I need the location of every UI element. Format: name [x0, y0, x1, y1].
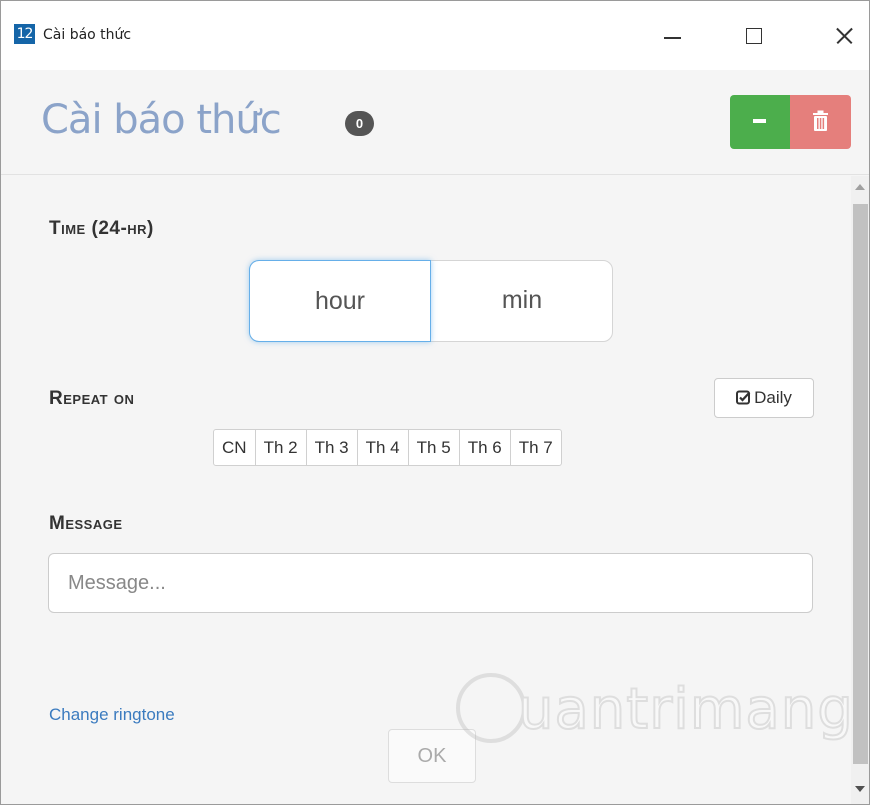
scroll-down-arrow-icon[interactable] [851, 776, 869, 800]
window-title: Cài báo thức [43, 27, 132, 43]
day-sun[interactable]: CN [214, 430, 256, 465]
minimize-button[interactable] [641, 12, 701, 58]
weekday-selector: CN Th 2 Th 3 Th 4 Th 5 Th 6 Th 7 [213, 429, 562, 466]
scroll-up-arrow-icon[interactable] [851, 176, 869, 200]
scroll-thumb[interactable] [853, 204, 868, 764]
day-thu[interactable]: Th 5 [409, 430, 460, 465]
day-wed[interactable]: Th 4 [358, 430, 409, 465]
page-title: Cài báo thức [41, 97, 282, 143]
time-label: Time (24-hr) [49, 218, 154, 239]
trash-icon [813, 110, 828, 131]
ok-button[interactable]: OK [388, 729, 476, 783]
alarm-count-badge: 0 [345, 111, 374, 136]
daily-label: Daily [754, 388, 792, 407]
message-input[interactable]: Message... [48, 553, 813, 613]
repeat-label: Repeat on [49, 388, 135, 409]
hour-input[interactable]: hour [249, 260, 431, 342]
time-input-group: hour min [249, 260, 613, 342]
day-fri[interactable]: Th 6 [460, 430, 511, 465]
maximize-button[interactable] [726, 12, 786, 58]
day-tue[interactable]: Th 3 [307, 430, 358, 465]
minute-input[interactable]: min [431, 260, 613, 342]
daily-button[interactable]: Daily [714, 378, 814, 418]
change-ringtone-link[interactable]: Change ringtone [49, 705, 175, 725]
close-button[interactable] [813, 12, 869, 58]
page-header: Cài báo thức 0 [1, 70, 869, 175]
minus-button[interactable] [730, 95, 790, 149]
app-icon: 12 [14, 24, 35, 44]
day-mon[interactable]: Th 2 [256, 430, 307, 465]
alarm-form: Time (24-hr) hour min Repeat on Daily CN… [1, 176, 851, 804]
delete-button[interactable] [790, 95, 851, 149]
message-label: Message [49, 513, 123, 534]
checkbox-check-icon [736, 390, 751, 405]
vertical-scrollbar[interactable] [851, 176, 869, 804]
title-bar: 12 Cài báo thức [1, 1, 869, 70]
day-sat[interactable]: Th 7 [511, 430, 561, 465]
alarm-window: 12 Cài báo thức Cài báo thức 0 Time (24-… [0, 0, 870, 805]
